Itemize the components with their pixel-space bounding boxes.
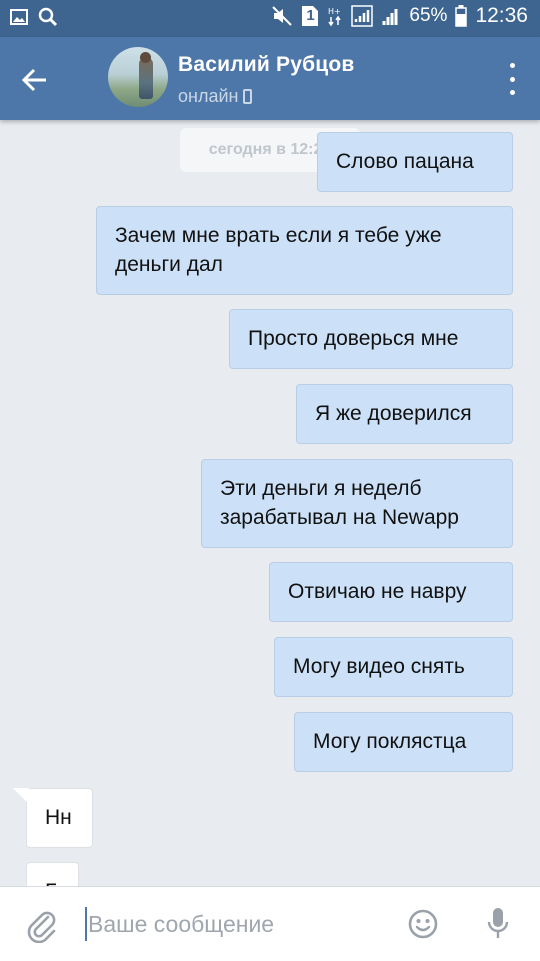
battery-icon [455,5,468,27]
more-options-button[interactable] [506,63,518,95]
signal-icon-1 [351,5,374,27]
sim-card-icon: 1 [301,5,319,27]
paperclip-icon [27,911,56,944]
contact-name[interactable]: Василий Рубцов [178,53,355,77]
status-left-icons [10,7,58,27]
message-text: Могу видео снять [293,655,465,678]
online-status: онлайн [178,86,253,107]
message-text: Просто доверься мне [248,327,459,350]
battery-percent: 65% [409,5,448,26]
message-input[interactable] [84,901,388,947]
network-type-icon: H+ [327,5,343,27]
message-text: Отвичаю не навру [288,580,467,603]
chat-header: Василий Рубцов онлайн [0,37,540,120]
message-text: Зачем мне врать если я тебе уже деньги д… [115,224,442,276]
back-button[interactable] [16,61,54,99]
arrow-left-icon [21,68,46,92]
message-text: Слово пацана [336,150,474,173]
more-vert-icon [509,63,515,68]
mobile-phone-icon [243,89,253,104]
message-list[interactable]: сегодня в 12:28 Слово пацана Зачем мне в… [0,120,540,886]
sim-number: 1 [306,7,315,24]
signal-icon-2 [381,5,401,27]
incoming-message[interactable]: Г [26,862,79,886]
avatar-head [140,52,151,63]
svg-text:H+: H+ [328,7,341,16]
message-text: Я же доверился [315,402,472,425]
message-text: Могу поклястца [313,730,467,753]
outgoing-message[interactable]: Отвичаю не навру [269,562,513,622]
online-status-label: онлайн [178,86,239,106]
outgoing-message[interactable]: Могу поклястца [294,712,513,772]
emoji-button[interactable] [407,908,439,940]
microphone-icon [487,908,509,938]
message-composer [0,886,540,961]
outgoing-message[interactable]: Могу видео снять [274,637,513,697]
mute-icon [271,5,293,27]
message-text: Нн [45,806,72,829]
smiley-icon [408,909,438,939]
bubble-tail [13,788,29,804]
avatar-figure [139,57,153,99]
gallery-notification-icon [10,9,28,25]
status-bar: 1 H+ 65% 12:36 [0,0,540,37]
incoming-message[interactable]: Нн [13,788,93,848]
voice-message-button[interactable] [484,905,512,943]
clock: 12:36 [475,4,528,27]
outgoing-message[interactable]: Эти деньги я неделб зарабатывал на Newap… [201,459,513,548]
search-notification-icon [38,7,58,27]
outgoing-message[interactable]: Зачем мне врать если я тебе уже деньги д… [96,206,513,295]
outgoing-message[interactable]: Слово пацана [317,132,513,192]
outgoing-message[interactable]: Просто доверься мне [229,309,513,369]
avatar[interactable] [108,47,168,107]
status-right-icons: 1 H+ 65% 12:36 [271,4,528,28]
attach-button[interactable] [24,907,60,944]
outgoing-message[interactable]: Я же доверился [296,384,513,444]
message-text: Эти деньги я неделб зарабатывал на Newap… [220,477,459,529]
